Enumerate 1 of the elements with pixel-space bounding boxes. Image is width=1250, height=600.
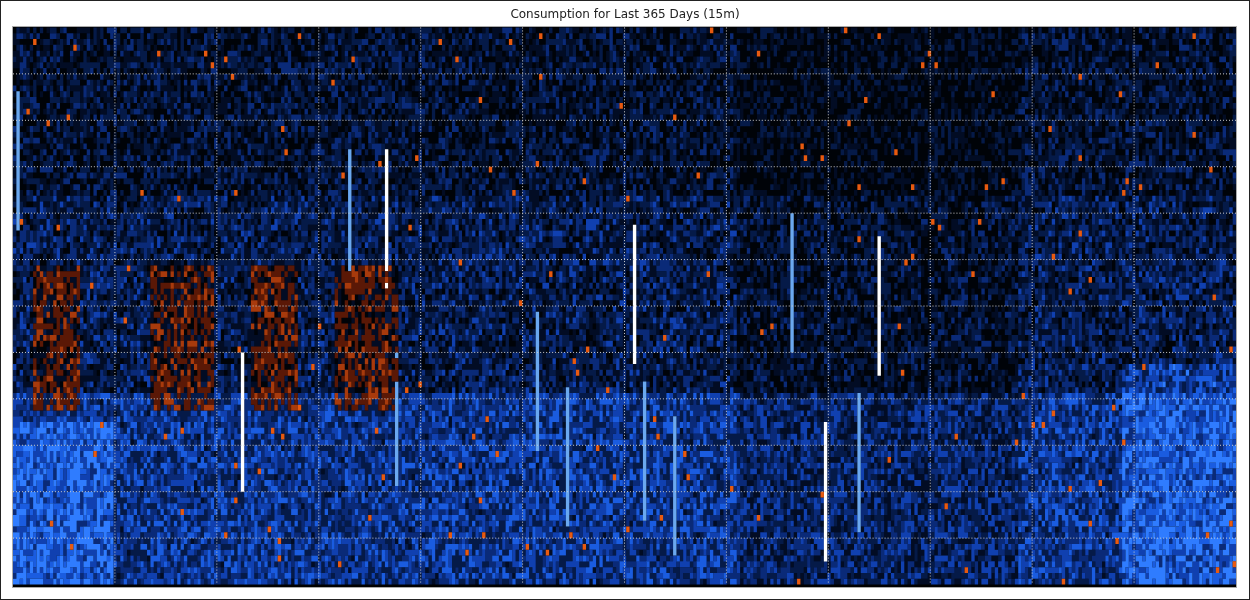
chart-title: Consumption for Last 365 Days (15m) [510,6,740,23]
